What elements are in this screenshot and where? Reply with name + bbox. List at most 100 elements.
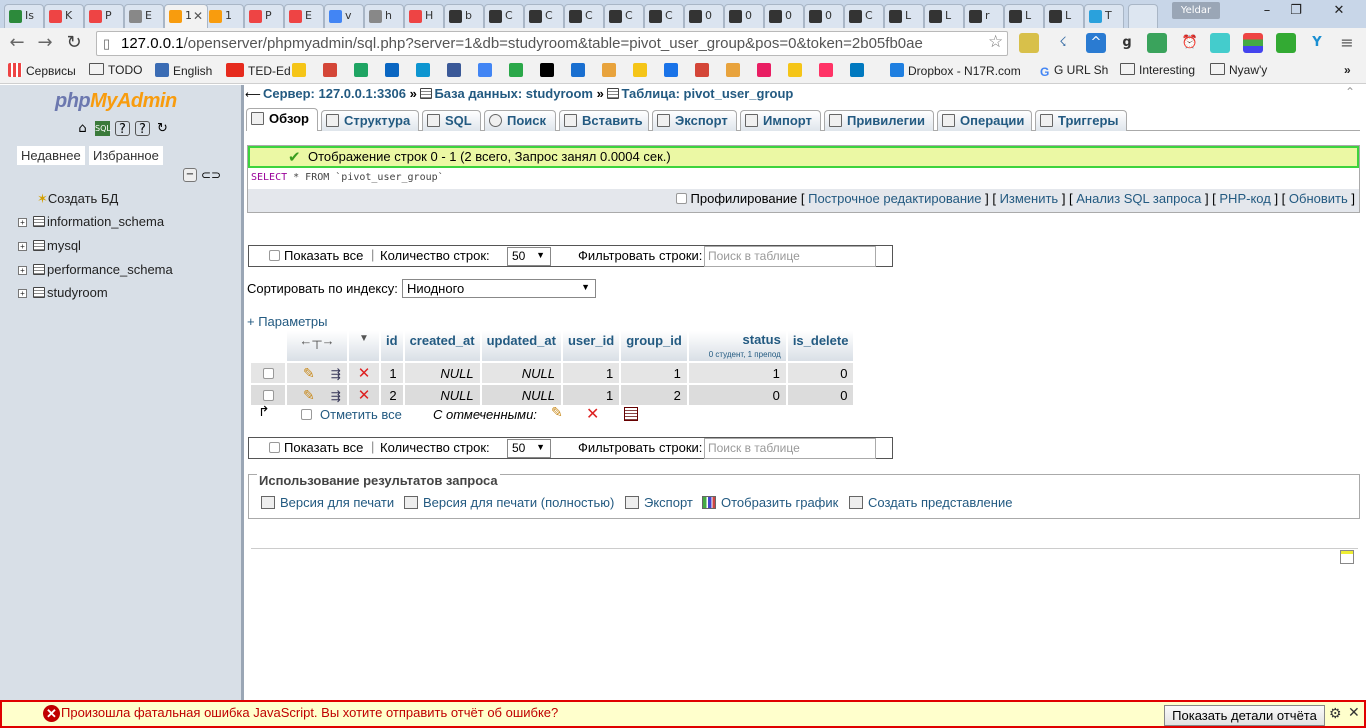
sql-query-icon[interactable]: SQL [95, 121, 111, 136]
create-view-link[interactable]: Создать представление [849, 495, 1012, 510]
browser-tab[interactable]: K [44, 4, 84, 28]
bookmark-link[interactable] [571, 63, 589, 78]
browser-tab[interactable]: C [644, 4, 684, 28]
edit-link[interactable]: Изменить [1000, 191, 1059, 206]
bookmark-folder[interactable]: Interesting [1120, 63, 1195, 77]
edit-icon[interactable]: ✎ [551, 405, 563, 421]
tab-triggers[interactable]: Триггеры [1035, 110, 1127, 131]
col-header[interactable]: status 0 студент, 1 препод [688, 331, 786, 361]
table-cell[interactable]: 1 [621, 363, 687, 383]
bookmark-link[interactable] [757, 63, 775, 78]
bookmark-link[interactable] [416, 63, 434, 78]
show-all-checkbox[interactable] [269, 250, 280, 261]
link-icon[interactable]: ⊂⊃ [201, 168, 221, 182]
tab-export[interactable]: Экспорт [652, 110, 737, 131]
browser-tab[interactable]: L [1044, 4, 1084, 28]
col-header[interactable]: id [381, 331, 403, 361]
console-toggle-icon[interactable] [1340, 550, 1354, 564]
recent-tab[interactable]: Недавнее [17, 146, 85, 165]
show-report-details-button[interactable]: Показать детали отчёта [1164, 705, 1325, 726]
breadcrumb-server[interactable]: Сервер: 127.0.0.1:3306 [263, 86, 406, 101]
tab-search[interactable]: Поиск [484, 110, 556, 131]
sort-index-select[interactable]: Ниодного ▼ [402, 279, 596, 298]
php-code-link[interactable]: PHP-код [1219, 191, 1270, 206]
minimize-button[interactable]: – [1252, 2, 1282, 20]
home-icon[interactable]: ⌂ [75, 121, 90, 136]
browser-tab[interactable]: L [924, 4, 964, 28]
browser-tab[interactable]: P [84, 4, 124, 28]
edit-icon[interactable]: ✎ [303, 365, 315, 381]
help-icon[interactable]: ? [135, 121, 150, 137]
browser-tab[interactable]: H [404, 4, 444, 28]
browser-tab[interactable]: b [444, 4, 484, 28]
browser-tab[interactable]: h [364, 4, 404, 28]
browser-tab[interactable]: 0 [764, 4, 804, 28]
table-cell[interactable]: NULL [404, 385, 480, 405]
table-cell[interactable]: 0 [787, 385, 854, 405]
browser-tab[interactable]: 0 [684, 4, 724, 28]
bookmark-link[interactable] [695, 63, 713, 78]
browser-tab[interactable]: Is [4, 4, 44, 28]
bookmark-link[interactable]: Dropbox - N17R.com [890, 63, 1021, 78]
export-icon[interactable] [624, 407, 638, 421]
browser-tab[interactable]: C [524, 4, 564, 28]
db-item[interactable]: + studyroom [18, 285, 108, 300]
table-cell[interactable]: 1 [562, 363, 620, 383]
extension-icon[interactable] [1210, 33, 1230, 53]
print-view-link[interactable]: Версия для печати [261, 495, 394, 510]
tab-insert[interactable]: Вставить [559, 110, 649, 131]
browser-tab[interactable]: v [324, 4, 364, 28]
export-link[interactable]: Экспорт [625, 495, 693, 510]
delete-icon[interactable]: ✕ [358, 365, 371, 382]
extension-icon[interactable]: Y [1307, 33, 1327, 53]
browser-tab[interactable]: L [884, 4, 924, 28]
row-select-cell[interactable] [251, 385, 285, 405]
display-chart-link[interactable]: Отобразить график [702, 495, 838, 510]
extension-icon[interactable]: ^ [1086, 33, 1106, 53]
expand-icon[interactable]: + [18, 289, 27, 298]
browser-tab[interactable]: C [564, 4, 604, 28]
browser-tab[interactable]: E [284, 4, 324, 28]
browser-tab[interactable]: 0 [804, 4, 844, 28]
browser-tab[interactable]: L [1004, 4, 1044, 28]
table-cell[interactable]: NULL [404, 363, 480, 383]
bookmark-link[interactable] [292, 63, 310, 78]
back-icon[interactable]: ← [6, 32, 28, 54]
close-icon[interactable]: ✕ [1348, 704, 1360, 721]
collapse-left-icon[interactable]: ⟵ [245, 88, 261, 101]
bookmark-link[interactable] [664, 63, 682, 78]
extension-icon[interactable] [1243, 33, 1263, 53]
profiling-checkbox[interactable] [675, 193, 687, 204]
browser-tab[interactable]: 1 [204, 4, 244, 28]
bookmark-link[interactable] [385, 63, 403, 78]
extension-icon[interactable]: ⏰ [1180, 33, 1200, 53]
favorites-tab[interactable]: Избранное [89, 146, 163, 165]
address-bar[interactable]: ▯ 127.0.0.1/openserver/phpmyadmin/sql.ph… [96, 31, 1008, 56]
browser-tab[interactable]: C [484, 4, 524, 28]
bookmark-apps[interactable]: Сервисы [8, 63, 76, 78]
bookmark-link[interactable] [323, 63, 341, 78]
copy-icon[interactable]: ⇶ [331, 389, 341, 403]
create-db-item[interactable]: ✶Создать БД [37, 191, 118, 207]
bookmark-link[interactable] [726, 63, 744, 78]
col-header[interactable]: is_delete [787, 331, 854, 361]
db-item[interactable]: + information_schema [18, 214, 164, 229]
extension-icon[interactable]: g [1117, 33, 1137, 53]
browser-tab[interactable]: C [604, 4, 644, 28]
bookmark-link[interactable] [602, 63, 620, 78]
browser-tab[interactable]: P [244, 4, 284, 28]
gear-icon[interactable]: ⚙ [1329, 705, 1342, 722]
expand-icon[interactable]: + [18, 218, 27, 227]
docs-icon[interactable]: ? [115, 121, 130, 137]
forward-icon[interactable]: → [34, 32, 56, 54]
bookmark-link[interactable] [850, 63, 868, 78]
reload-icon[interactable]: ↻ [63, 32, 85, 54]
extension-icon[interactable] [1147, 33, 1167, 53]
browser-tab[interactable]: T [1084, 4, 1124, 28]
bookmark-folder[interactable]: TODO [89, 63, 142, 77]
edit-icon[interactable]: ✎ [303, 387, 315, 403]
scroll-top-icon[interactable]: ⌃ [1345, 85, 1355, 99]
filter-input[interactable]: Поиск в таблице [704, 246, 876, 267]
bookmark-link[interactable] [540, 63, 558, 78]
check-all-checkbox[interactable] [301, 409, 312, 420]
